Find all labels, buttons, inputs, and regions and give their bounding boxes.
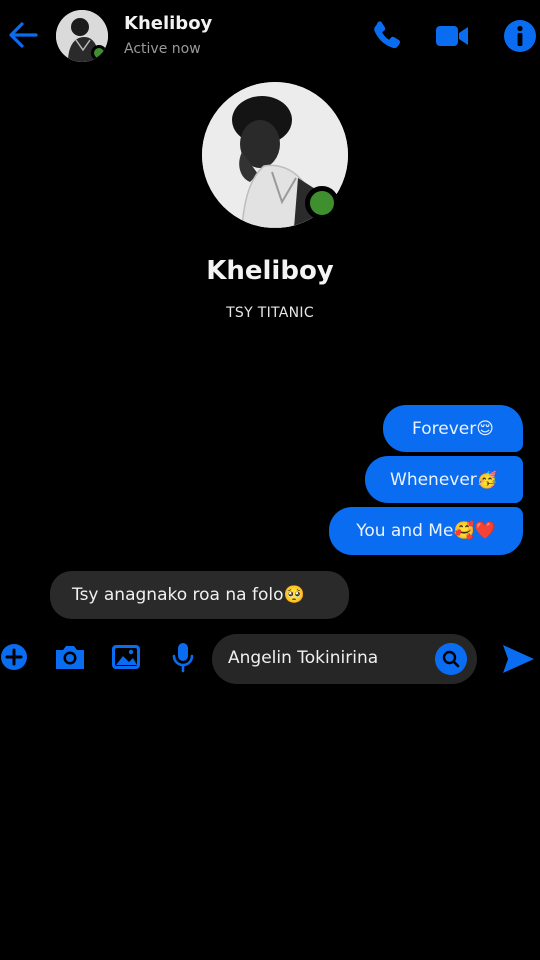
video-camera-icon[interactable] xyxy=(434,18,470,54)
plus-icon[interactable] xyxy=(0,640,34,674)
message-emoji: 😌 xyxy=(476,418,494,439)
message-bubble-incoming[interactable]: Tsy anagnako roa na folo 🥺 xyxy=(50,571,349,619)
microphone-icon[interactable] xyxy=(166,640,200,674)
message-text: You and Me xyxy=(356,521,454,541)
contact-name[interactable]: Kheliboy xyxy=(124,13,212,34)
image-icon[interactable] xyxy=(109,640,143,674)
message-input[interactable]: Angelin Tokinirina xyxy=(212,634,477,684)
profile-online-indicator xyxy=(305,186,339,220)
message-emoji: 🥺 xyxy=(283,585,305,605)
contact-status: Active now xyxy=(124,41,201,57)
chat-header: Kheliboy Active now xyxy=(0,0,540,72)
message-text: Whenever xyxy=(390,469,477,490)
online-indicator xyxy=(91,45,107,61)
send-icon[interactable] xyxy=(500,642,536,676)
search-icon[interactable] xyxy=(435,643,467,675)
contact-avatar[interactable] xyxy=(56,10,108,62)
profile-subtitle: TSY TITANIC xyxy=(226,305,314,321)
back-arrow-icon[interactable] xyxy=(6,18,40,52)
message-input-text[interactable]: Angelin Tokinirina xyxy=(228,648,378,668)
camera-icon[interactable] xyxy=(53,640,87,674)
profile-name: Kheliboy xyxy=(206,256,334,286)
message-bubble-outgoing[interactable]: Whenever 🥳 xyxy=(365,456,523,503)
message-emoji: 🥳 xyxy=(476,469,498,490)
message-text: Forever xyxy=(412,418,477,439)
message-bubble-outgoing[interactable]: You and Me 🥰❤️ xyxy=(329,507,523,555)
phone-icon[interactable] xyxy=(369,18,405,54)
info-icon[interactable] xyxy=(502,18,538,54)
message-emoji: 🥰❤️ xyxy=(453,521,496,541)
message-text: Tsy anagnako roa na folo xyxy=(72,585,284,605)
message-bubble-outgoing[interactable]: Forever 😌 xyxy=(383,405,523,452)
